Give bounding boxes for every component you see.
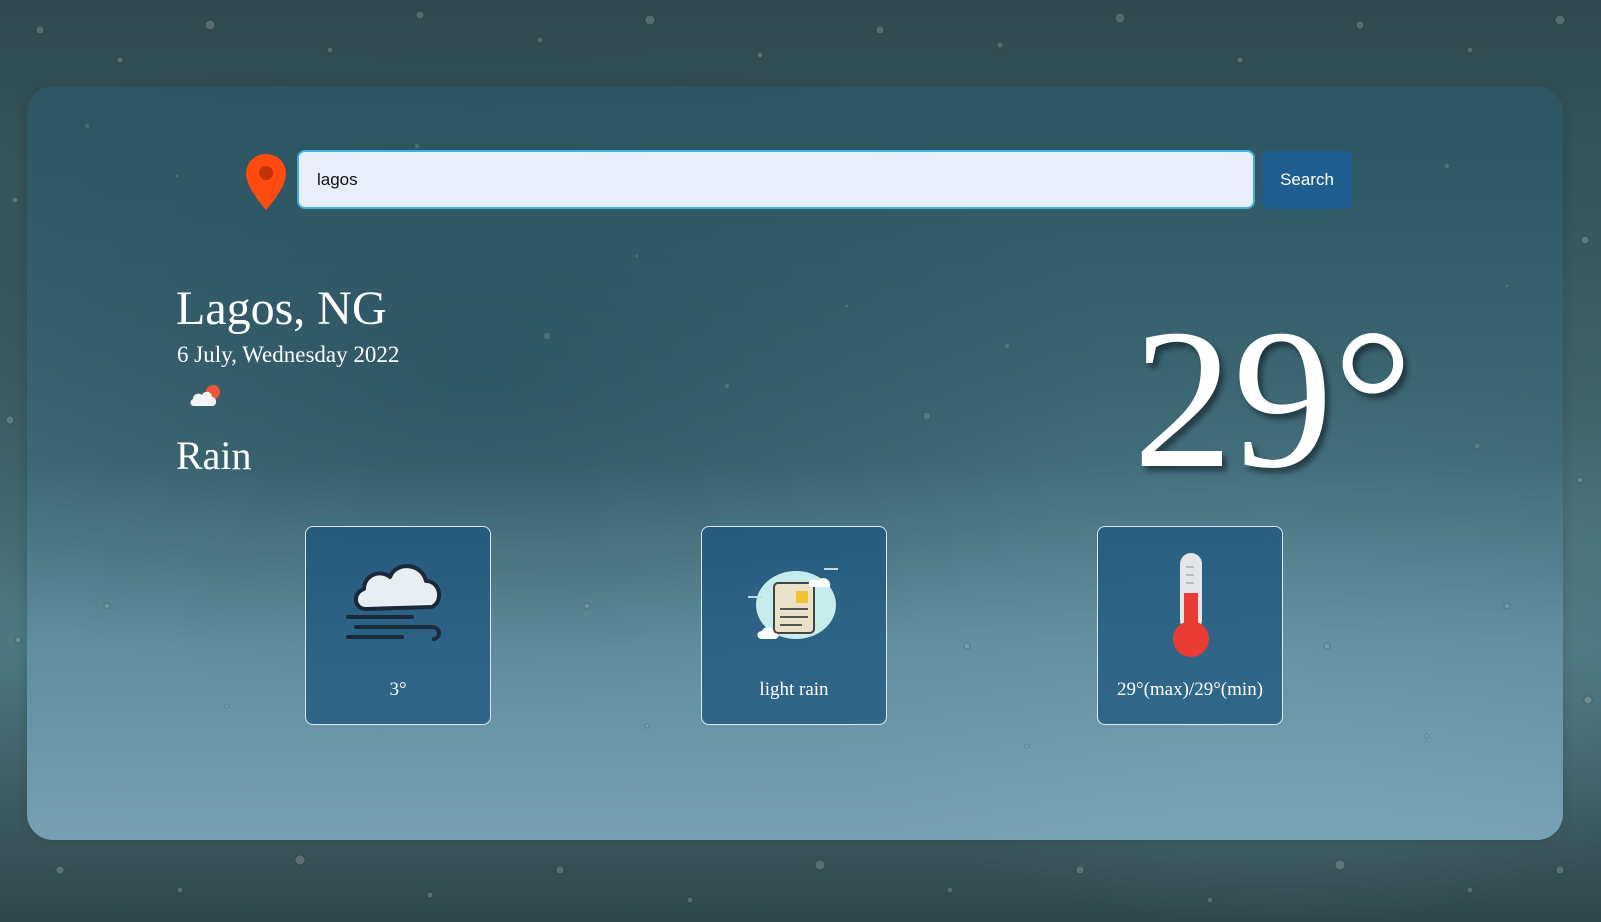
thermometer-icon: [1173, 553, 1209, 657]
cloud-sun-icon: [190, 385, 220, 406]
cloud-report-icon: [748, 568, 838, 639]
weather-condition: Rain: [176, 433, 252, 478]
description-card: light rain: [701, 526, 887, 725]
location-pin-icon: [246, 154, 286, 210]
search-button[interactable]: Search: [1262, 151, 1352, 209]
description-value: light rain: [759, 679, 829, 700]
city-name: Lagos, NG: [176, 282, 387, 335]
current-date: 6 July, Wednesday 2022: [177, 342, 400, 367]
wind-card: 3°: [305, 526, 491, 725]
wind-value: 3°: [389, 679, 407, 700]
wind-cloud-icon: [346, 564, 442, 641]
current-temperature: 29°: [1133, 289, 1413, 510]
search-input[interactable]: [297, 150, 1255, 209]
temperature-range-value: 29°(max)/29°(min): [1116, 679, 1264, 700]
temperature-range-card: 29°(max)/29°(min): [1097, 526, 1283, 725]
